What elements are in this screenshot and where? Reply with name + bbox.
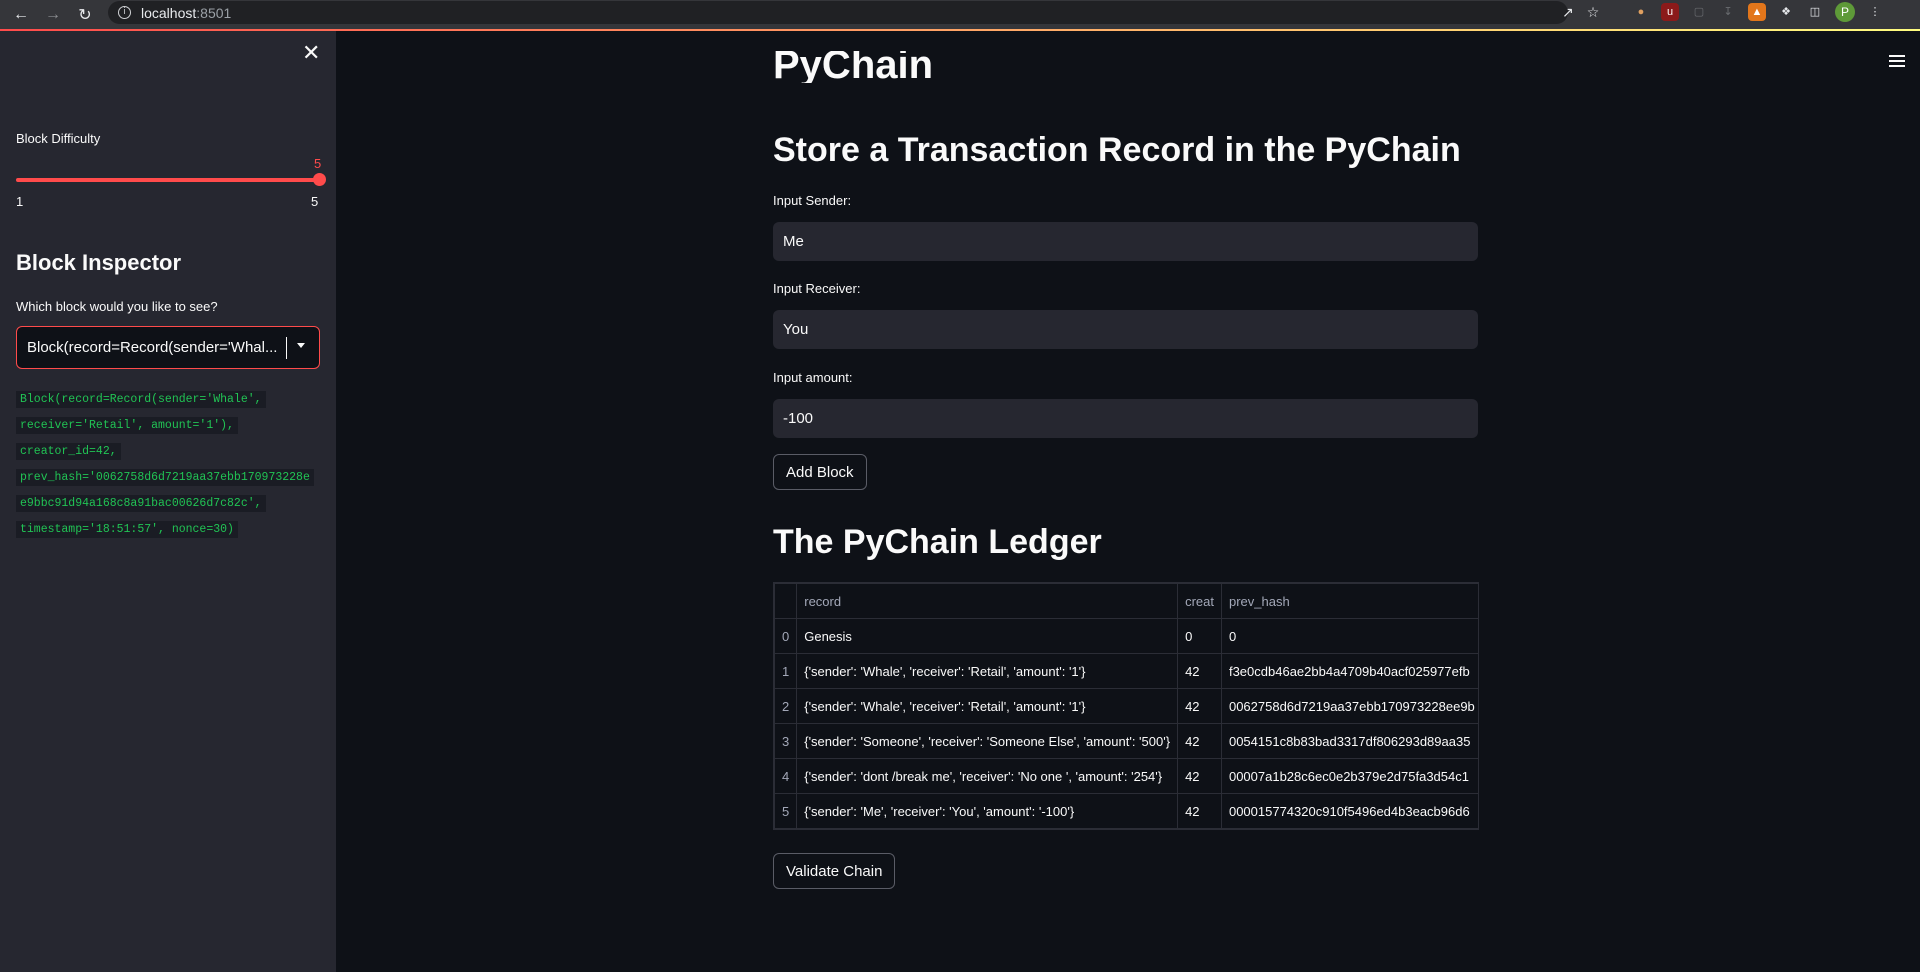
table-header-row: record creat prev_hash bbox=[774, 583, 1478, 619]
browser-nav: ← → ↻ bbox=[0, 5, 108, 25]
hamburger-menu-icon[interactable] bbox=[1889, 55, 1905, 70]
main-content: PyChain Store a Transaction Record in th… bbox=[336, 31, 1920, 972]
row-record: {'sender': 'Whale', 'receiver': 'Retail'… bbox=[796, 653, 1179, 689]
block-code-line: receiver='Retail', amount='1'), bbox=[16, 417, 238, 434]
browser-toolbar: ← → ↻ i localhost:8501 ↗ ☆ ● u ▢ ↧ ▲ ❖ ◫… bbox=[0, 0, 1920, 29]
block-select-label: Which block would you like to see? bbox=[16, 299, 218, 314]
block-code-line: Block(record=Record(sender='Whale', bbox=[16, 391, 266, 408]
row-index: 1 bbox=[774, 653, 798, 689]
url-port: :8501 bbox=[196, 4, 232, 21]
difficulty-label: Block Difficulty bbox=[16, 131, 101, 146]
table-row[interactable]: 2 {'sender': 'Whale', 'receiver': 'Retai… bbox=[774, 688, 1478, 724]
block-select[interactable]: Block(record=Record(sender='Whal... bbox=[16, 326, 320, 369]
select-divider bbox=[286, 337, 287, 359]
column-header-record[interactable]: record bbox=[796, 583, 1179, 619]
metamask-extension-icon[interactable]: ▲ bbox=[1748, 3, 1766, 21]
address-bar[interactable]: i localhost:8501 bbox=[108, 1, 1568, 24]
share-icon[interactable]: ↗ bbox=[1562, 4, 1574, 21]
store-heading: Store a Transaction Record in the PyChai… bbox=[773, 131, 1461, 169]
row-prev-hash: 000015774320c910f5496ed4b3eacb96d6 bbox=[1220, 793, 1478, 829]
site-info-icon[interactable]: i bbox=[118, 6, 131, 19]
bookmark-star-icon[interactable]: ☆ bbox=[1587, 4, 1600, 21]
row-prev-hash: f3e0cdb46ae2bb4a4709b40acf025977efb bbox=[1220, 653, 1478, 689]
download-icon[interactable]: ↧ bbox=[1719, 3, 1737, 21]
column-header-prev-hash[interactable]: prev_hash bbox=[1220, 583, 1478, 619]
table-row[interactable]: 0 Genesis 0 0 bbox=[774, 618, 1478, 654]
row-index: 4 bbox=[774, 758, 798, 794]
slider-min-label: 1 bbox=[16, 194, 24, 209]
row-record: {'sender': 'Me', 'receiver': 'You', 'amo… bbox=[796, 793, 1179, 829]
amount-input[interactable]: -100 bbox=[773, 399, 1478, 438]
receiver-label: Input Receiver: bbox=[773, 281, 861, 296]
reload-icon[interactable]: ↻ bbox=[76, 5, 94, 25]
extensions-puzzle-icon[interactable]: ❖ bbox=[1777, 3, 1795, 21]
block-code-line: prev_hash='0062758d6d7219aa37ebb17097322… bbox=[16, 469, 314, 486]
row-record: {'sender': 'Someone', 'receiver': 'Someo… bbox=[796, 723, 1179, 759]
row-prev-hash: 00007a1b28c6ec0e2b379e2d75fa3d54c1 bbox=[1220, 758, 1478, 794]
row-index: 3 bbox=[774, 723, 798, 759]
add-block-button[interactable]: Add Block bbox=[773, 454, 867, 490]
row-prev-hash: 0062758d6d7219aa37ebb170973228ee9b bbox=[1220, 688, 1478, 724]
table-row[interactable]: 4 {'sender': 'dont /break me', 'receiver… bbox=[774, 758, 1478, 794]
sender-label: Input Sender: bbox=[773, 193, 852, 208]
block-code: Block(record=Record(sender='Whale', rece… bbox=[16, 387, 322, 543]
side-panel-icon[interactable]: ◫ bbox=[1806, 3, 1824, 21]
row-record: {'sender': 'Whale', 'receiver': 'Retail'… bbox=[796, 688, 1179, 724]
row-record: {'sender': 'dont /break me', 'receiver':… bbox=[796, 758, 1179, 794]
close-icon[interactable]: ✕ bbox=[302, 41, 320, 66]
page-title: PyChain bbox=[773, 51, 934, 83]
column-header-index[interactable] bbox=[774, 583, 798, 619]
row-index: 2 bbox=[774, 688, 798, 724]
table-row[interactable]: 5 {'sender': 'Me', 'receiver': 'You', 'a… bbox=[774, 793, 1478, 829]
profile-avatar[interactable]: P bbox=[1835, 2, 1855, 22]
amount-label: Input amount: bbox=[773, 370, 853, 385]
block-code-line: creator_id=42, bbox=[16, 443, 121, 460]
block-code-line: e9bbc91d94a168c8a91bac00626d7c82c', bbox=[16, 495, 266, 512]
column-header-creator[interactable]: creat bbox=[1177, 583, 1222, 619]
difficulty-slider-track[interactable] bbox=[16, 178, 320, 182]
row-index: 5 bbox=[774, 793, 798, 829]
row-creator: 42 bbox=[1177, 653, 1222, 689]
row-index: 0 bbox=[774, 618, 798, 654]
row-creator: 42 bbox=[1177, 758, 1222, 794]
sender-input[interactable]: Me bbox=[773, 222, 1478, 261]
row-creator: 0 bbox=[1177, 618, 1222, 654]
row-record: Genesis bbox=[796, 618, 1179, 654]
validate-chain-button[interactable]: Validate Chain bbox=[773, 853, 896, 889]
table-row[interactable]: 3 {'sender': 'Someone', 'receiver': 'Som… bbox=[774, 723, 1478, 759]
ledger-table[interactable]: record creat prev_hash 0 Genesis 0 0 1 {… bbox=[773, 582, 1479, 830]
row-prev-hash: 0054151c8b83bad3317df806293d89aa35 bbox=[1220, 723, 1478, 759]
browser-menu-icon[interactable]: ⋮ bbox=[1866, 3, 1884, 21]
row-creator: 42 bbox=[1177, 723, 1222, 759]
ledger-heading: The PyChain Ledger bbox=[773, 523, 1102, 561]
url-host: localhost bbox=[141, 4, 197, 21]
slider-value: 5 bbox=[314, 156, 322, 171]
ublock-extension-icon[interactable]: u bbox=[1661, 3, 1679, 21]
difficulty-slider-thumb[interactable] bbox=[313, 173, 326, 186]
block-inspector-heading: Block Inspector bbox=[16, 250, 182, 275]
back-arrow-icon[interactable]: ← bbox=[12, 6, 30, 24]
block-code-line: timestamp='18:51:57', nonce=30) bbox=[16, 521, 238, 538]
slider-max-label: 5 bbox=[311, 194, 319, 209]
row-creator: 42 bbox=[1177, 793, 1222, 829]
chevron-down-icon[interactable] bbox=[297, 343, 305, 348]
receiver-input[interactable]: You bbox=[773, 310, 1478, 349]
extension-icon[interactable]: ● bbox=[1632, 3, 1650, 21]
sidebar: ✕ Block Difficulty 5 1 5 Block Inspector… bbox=[0, 31, 336, 972]
table-row[interactable]: 1 {'sender': 'Whale', 'receiver': 'Retai… bbox=[774, 653, 1478, 689]
row-creator: 42 bbox=[1177, 688, 1222, 724]
block-select-value: Block(record=Record(sender='Whal... bbox=[27, 339, 278, 356]
row-prev-hash: 0 bbox=[1220, 618, 1478, 654]
forward-arrow-icon[interactable]: → bbox=[44, 6, 62, 24]
reader-mode-icon[interactable]: ▢ bbox=[1690, 3, 1708, 21]
